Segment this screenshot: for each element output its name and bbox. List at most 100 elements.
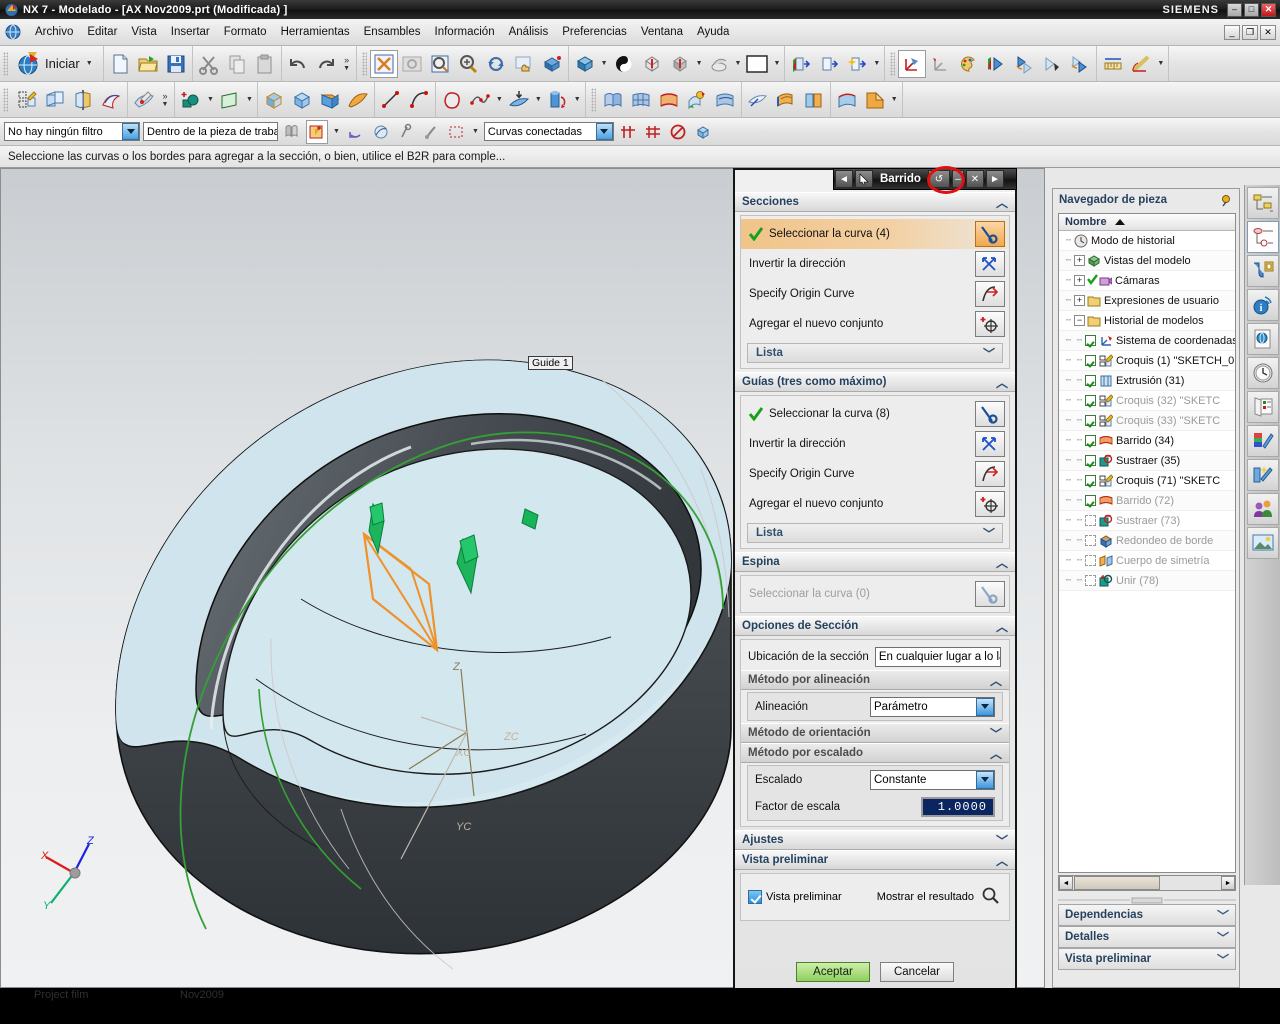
- tree-row[interactable]: ┈ ┈ Unir (78): [1059, 571, 1235, 591]
- chamfer-icon[interactable]: [861, 86, 889, 114]
- front-view-icon[interactable]: [787, 50, 815, 78]
- pan-hand-icon[interactable]: [510, 50, 538, 78]
- line-icon[interactable]: [377, 86, 405, 114]
- sew-icon[interactable]: [800, 86, 828, 114]
- menu-herramientas[interactable]: Herramientas: [274, 23, 357, 41]
- swept-icon[interactable]: [655, 86, 683, 114]
- datum-axis-icon[interactable]: [69, 86, 97, 114]
- menu-formato[interactable]: Formato: [217, 23, 274, 41]
- chevron-down-icon-views[interactable]: ▼: [871, 60, 882, 67]
- chevron-down-icon-orientation[interactable]: ﹀: [990, 725, 1002, 742]
- orientation-method-header[interactable]: Método de orientación ﹀: [741, 723, 1009, 743]
- settings-group-header[interactable]: Ajustes ﹀: [735, 830, 1015, 850]
- mdi-minimize-button[interactable]: _: [1224, 24, 1240, 40]
- chevron-down-icon[interactable]: ▼: [84, 60, 95, 67]
- dialog-prev-button[interactable]: ◄: [835, 170, 853, 188]
- pin-icon[interactable]: [1219, 193, 1233, 207]
- tree-column-header[interactable]: Nombre: [1059, 214, 1235, 231]
- menu-vista[interactable]: Vista: [124, 23, 163, 41]
- tree-row[interactable]: ┈ ┈ Barrido (34): [1059, 431, 1235, 451]
- scroll-thumb[interactable]: [1074, 876, 1160, 890]
- snap-off-icon[interactable]: [667, 120, 689, 144]
- menu-editar[interactable]: Editar: [80, 23, 124, 41]
- through-curves-icon[interactable]: [627, 86, 655, 114]
- rotate-icon[interactable]: [482, 50, 510, 78]
- zoom-magnifier-icon[interactable]: [426, 50, 454, 78]
- zoom-in-out-icon[interactable]: [454, 50, 482, 78]
- tree-row[interactable]: ┈ ┈ Croquis (71) "SKETC: [1059, 471, 1235, 491]
- toolbar-grip-surface[interactable]: [590, 87, 596, 112]
- chevron-down-icon-detalles[interactable]: ﹀: [1217, 929, 1229, 946]
- tree-row[interactable]: ┈ Modo de historial: [1059, 231, 1235, 251]
- snap-curve-icon[interactable]: [420, 120, 442, 144]
- tree-row-checkbox[interactable]: [1085, 535, 1096, 546]
- scroll-right-button[interactable]: ►: [1221, 876, 1235, 890]
- chevron-down-icon-select[interactable]: ▼: [331, 128, 342, 135]
- menu-ayuda[interactable]: Ayuda: [690, 23, 736, 41]
- chevron-up-icon-guides[interactable]: ︿: [996, 374, 1008, 391]
- section-view-icon[interactable]: [705, 50, 733, 78]
- cut-scissors-icon[interactable]: [195, 50, 223, 78]
- constraint-navigator-icon[interactable]: [1246, 221, 1279, 253]
- sketch-on-path-icon[interactable]: [130, 86, 158, 114]
- new-document-icon[interactable]: [106, 50, 134, 78]
- chevron-down-icon-dependencias[interactable]: ﹀: [1217, 907, 1229, 924]
- menu-archivo[interactable]: Archivo: [28, 23, 80, 41]
- tree-row[interactable]: ┈ − Historial de modelos: [1059, 311, 1235, 331]
- guides-group-header[interactable]: Guías (tres como máximo) ︿: [735, 372, 1015, 392]
- navigator-section-detalles[interactable]: Detalles ﹀: [1058, 926, 1236, 948]
- offset-curve-icon[interactable]: [505, 86, 533, 114]
- zoom-window-icon[interactable]: [398, 50, 426, 78]
- help-info-icon[interactable]: i: [1246, 289, 1279, 321]
- tree-row[interactable]: ┈ ┈ Extrusión (31): [1059, 371, 1235, 391]
- mdi-close-button[interactable]: ✕: [1260, 24, 1276, 40]
- studio-surface-icon[interactable]: [683, 86, 711, 114]
- edge-blend-icon[interactable]: [833, 86, 861, 114]
- tree-row[interactable]: ┈ + Expresiones de usuario: [1059, 291, 1235, 311]
- profile-icon[interactable]: [438, 86, 466, 114]
- arrow-cursor-icon[interactable]: [855, 170, 873, 188]
- paste-icon[interactable]: [251, 50, 279, 78]
- trim-sheet-icon[interactable]: [744, 86, 772, 114]
- menu-analisis[interactable]: Análisis: [502, 23, 556, 41]
- tree-expander[interactable]: +: [1074, 255, 1085, 266]
- wcs-origin-icon[interactable]: [926, 50, 954, 78]
- selection-scope-combo[interactable]: Dentro de la pieza de trabajo: [143, 122, 278, 141]
- chevron-down-icon-sections-list[interactable]: ﹀: [983, 345, 995, 362]
- ruled-surface-icon[interactable]: [599, 86, 627, 114]
- arc-icon[interactable]: [405, 86, 433, 114]
- shading-style-icon[interactable]: [610, 50, 638, 78]
- open-folder-icon[interactable]: [134, 50, 162, 78]
- tree-row[interactable]: ┈ ┈ Croquis (1) "SKETCH_0: [1059, 351, 1235, 371]
- render-style-icon[interactable]: [692, 120, 714, 144]
- toolbar-grip-view[interactable]: [361, 51, 367, 76]
- navigator-section-dependencias[interactable]: Dependencias ﹀: [1058, 904, 1236, 926]
- chevron-down-icon-alignment-combo[interactable]: [976, 697, 994, 716]
- studio-box-icon[interactable]: [666, 50, 694, 78]
- layer-settings-icon[interactable]: [1010, 50, 1038, 78]
- guides-specify-origin-row[interactable]: Specify Origin Curve: [741, 459, 1009, 489]
- sections-group-header[interactable]: Secciones ︿: [735, 192, 1015, 212]
- tree-row-checkbox[interactable]: [1085, 435, 1096, 446]
- close-button[interactable]: ✕: [1261, 2, 1276, 17]
- dialog-next-button[interactable]: ►: [985, 170, 1004, 188]
- menu-ensambles[interactable]: Ensambles: [357, 23, 428, 41]
- new-view-icon[interactable]: [843, 50, 871, 78]
- copy-to-layer-icon[interactable]: [1066, 50, 1094, 78]
- tree-row-checkbox[interactable]: [1085, 335, 1096, 346]
- web-browser-icon[interactable]: [1246, 323, 1279, 355]
- chevron-down-icon-shaded[interactable]: ▼: [599, 60, 610, 67]
- system-scenes-icon[interactable]: [1246, 459, 1279, 491]
- move-to-layer-icon[interactable]: [1038, 50, 1066, 78]
- selection-filter-combo[interactable]: No hay ningún filtro: [4, 122, 140, 141]
- shaded-box-icon[interactable]: [571, 50, 599, 78]
- scale-factor-input[interactable]: 1.0000: [921, 796, 995, 817]
- datum-plane-icon[interactable]: [41, 86, 69, 114]
- tree-row-checkbox[interactable]: [1085, 415, 1096, 426]
- chevron-up-icon-scaling[interactable]: ︿: [990, 745, 1002, 762]
- system-materials-icon[interactable]: [1246, 425, 1279, 457]
- rectangle-select-icon[interactable]: [445, 120, 467, 144]
- select-curve-icon[interactable]: [975, 221, 1005, 247]
- chevron-down-icon-settings[interactable]: ﹀: [996, 832, 1008, 849]
- tree-row[interactable]: ┈ ┈ Cuerpo de simetría: [1059, 551, 1235, 571]
